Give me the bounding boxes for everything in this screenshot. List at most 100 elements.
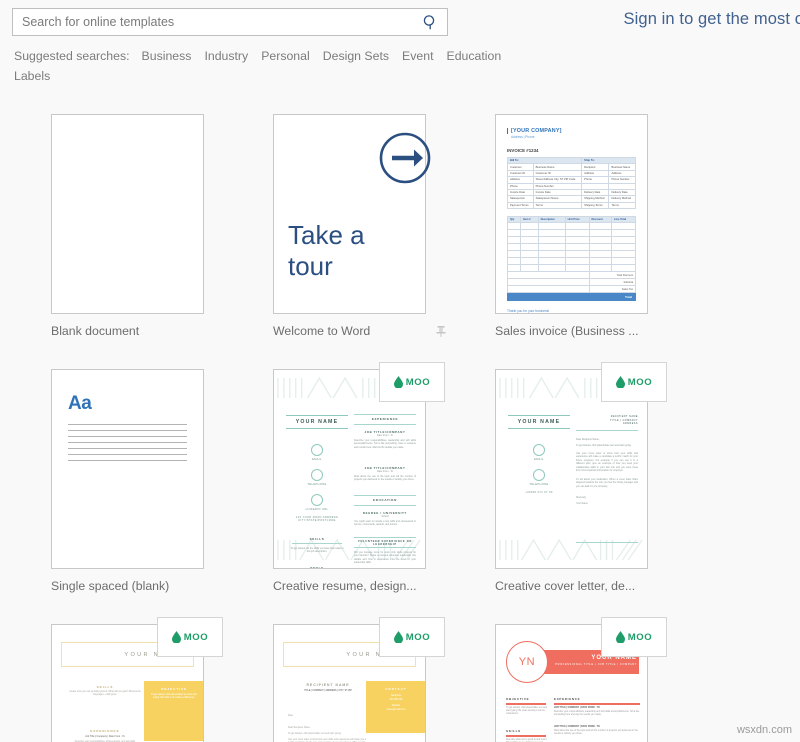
cover-signoff: Sincerely, <box>576 496 587 499</box>
section-objective: OBJECTIVE <box>160 687 187 691</box>
section-tools: TOOLS <box>310 566 324 568</box>
table-row <box>506 222 636 230</box>
job-2-dates: Date From - To <box>377 470 393 473</box>
thumbnail-wrapper: YOUR NAME EMAIL TELEPHONE +00000 071 07 … <box>495 362 667 569</box>
suggested-search-personal[interactable]: Personal <box>261 49 310 63</box>
section-education: EDUCATION <box>373 498 397 502</box>
recipient-head: RECIPIENT NAME <box>306 683 350 687</box>
template-tile-creative-resume[interactable]: YOUR NAME EMAIL TELEPHONE LINKEDIN URL 1… <box>273 362 477 593</box>
job-1-title: Job Title | Company | Date From - To <box>85 736 125 738</box>
template-label: Creative cover letter, de... <box>495 579 636 593</box>
site-watermark: wsxdn.com <box>736 724 792 736</box>
template-tile-red-resume[interactable]: YN YOUR NAME PROFESSIONAL TITLE | JOB TI… <box>495 617 699 742</box>
tour-line-1: Take a <box>288 220 365 250</box>
moo-wordmark: MOO <box>183 631 209 643</box>
table-row <box>506 264 636 272</box>
table-row <box>506 257 636 265</box>
cover-body-3: Or tell about your dedication. When a co… <box>576 478 638 488</box>
template-label: Welcome to Word <box>273 324 371 338</box>
volunteer-body: Did you manage more for work, club clubs… <box>354 551 416 565</box>
sign-in-prompt[interactable]: Sign in to get the most o <box>624 10 800 29</box>
contact-line-3: Website <box>391 705 401 707</box>
contact-head: CONTACT <box>385 687 407 691</box>
caption-telephone: TELEPHONE <box>529 483 549 486</box>
template-thumbnail-single-spaced[interactable]: Aa <box>51 369 204 569</box>
divider <box>506 703 546 705</box>
divider <box>576 430 638 431</box>
suggested-search-education[interactable]: Education <box>447 49 502 63</box>
template-thumbnail-blank-document[interactable] <box>51 114 204 314</box>
job-2-body: Most about the use of the topic and tell… <box>554 730 638 736</box>
job-1-dates: Date From - To <box>377 434 393 437</box>
education-dates: School <box>381 515 389 518</box>
template-tile-blank-document[interactable]: Blank document <box>51 114 255 338</box>
search-button[interactable] <box>413 9 447 35</box>
job-2-body: Most about the use of the topic and tell… <box>354 475 416 482</box>
template-label: Blank document <box>51 324 140 338</box>
cover-salutation: Dear Recipient Name, <box>288 727 311 729</box>
suggested-search-event[interactable]: Event <box>402 49 433 63</box>
section-experience: EXPERIENCE <box>554 697 581 701</box>
objective-body: To get started, click placeholder text a… <box>150 694 198 700</box>
template-tile-yellow-cover-letter[interactable]: YOUR NAME RECIPIENT NAME TITLE | COMPANY… <box>273 617 477 742</box>
template-label: Single spaced (blank) <box>51 579 170 593</box>
moo-droplet-icon <box>393 376 403 388</box>
suggested-search-design-sets[interactable]: Design Sets <box>323 49 389 63</box>
moo-brand-badge: MOO <box>379 617 445 657</box>
moo-droplet-icon <box>615 631 625 643</box>
moo-wordmark: MOO <box>627 631 653 643</box>
suggested-search-industry[interactable]: Industry <box>204 49 248 63</box>
tile-label-row: Creative resume, design... <box>273 579 448 593</box>
resume-name: YOUR NAME <box>286 415 348 429</box>
cover-body-1: To get started, click placeholder text a… <box>576 444 632 447</box>
contact-line-2: 000 000 000 <box>389 699 403 701</box>
template-label: Sales invoice (Business ... <box>495 324 639 338</box>
template-thumbnail-sales-invoice[interactable]: [YOUR COMPANY] Address | Phone INVOICE #… <box>495 114 648 314</box>
pin-icon[interactable] <box>434 324 448 338</box>
template-tile-creative-cover-letter[interactable]: YOUR NAME EMAIL TELEPHONE +00000 071 07 … <box>495 362 699 593</box>
invoice-company-sub: Address | Phone <box>511 135 535 139</box>
template-tile-yellow-resume[interactable]: YOUR NAME SKILLS Create a list you can t… <box>51 617 255 742</box>
contact-line-1: Telephone <box>390 695 402 697</box>
invoice-preview: [YOUR COMPANY] Address | Phone INVOICE #… <box>496 115 647 313</box>
moo-droplet-icon <box>615 376 625 388</box>
caption-email: EMAIL <box>312 458 322 461</box>
cover-date: Date <box>288 715 293 717</box>
search-box[interactable] <box>12 8 448 36</box>
moo-wordmark: MOO <box>627 376 653 388</box>
template-tile-single-spaced[interactable]: Aa Single spaced (blank) <box>51 369 255 593</box>
tile-label-row: Blank document <box>51 324 226 338</box>
suggested-searches-label: Suggested searches: <box>14 49 130 63</box>
recipient-sub: TITLE | COMPANY | ADDRESS | CITY, ST ZIP <box>304 690 352 692</box>
template-gallery: Blank document Take a tour Welcome to Wo… <box>0 92 800 742</box>
thumbnail-wrapper: Take a tour <box>273 114 431 314</box>
suggested-search-labels[interactable]: Labels <box>14 69 50 83</box>
table-row <box>506 250 636 258</box>
email-icon <box>311 444 323 456</box>
divider <box>506 735 546 737</box>
template-tile-welcome-to-word[interactable]: Take a tour Welcome to Word <box>273 114 477 338</box>
resume-subtitle: PROFESSIONAL TITLE | JOB TITLE | COMPANY <box>555 662 637 666</box>
suggested-searches: Suggested searches: Business Industry Perso… <box>14 46 574 86</box>
cover-phone: +00000 071 07 00 <box>525 491 553 494</box>
contact-line-4: name@email.com <box>386 709 406 711</box>
divider <box>554 703 640 705</box>
tile-label-row: Creative cover letter, de... <box>495 579 670 593</box>
skills-body: To get started, list the skills you have… <box>290 547 344 554</box>
thumbnail-wrapper: YOUR NAME RECIPIENT NAME TITLE | COMPANY… <box>273 617 445 742</box>
search-input[interactable] <box>13 9 413 35</box>
divider <box>354 547 416 548</box>
single-spaced-heading: Aa <box>68 393 92 414</box>
section-experience: EXPERIENCE <box>371 417 399 421</box>
single-spaced-preview: Aa <box>52 370 203 568</box>
section-skills: SKILLS <box>506 729 521 733</box>
suggested-search-business[interactable]: Business <box>142 49 192 63</box>
divider <box>354 495 416 496</box>
table-row: Sales Tax <box>507 285 637 293</box>
caption-email: EMAIL <box>534 458 544 461</box>
moo-brand-badge: MOO <box>601 362 667 402</box>
divider <box>292 543 342 544</box>
template-tile-sales-invoice[interactable]: [YOUR COMPANY] Address | Phone INVOICE #… <box>495 114 699 338</box>
education-body: You might want to include a two GPA and … <box>354 520 416 527</box>
section-experience: EXPERIENCE <box>90 729 120 733</box>
